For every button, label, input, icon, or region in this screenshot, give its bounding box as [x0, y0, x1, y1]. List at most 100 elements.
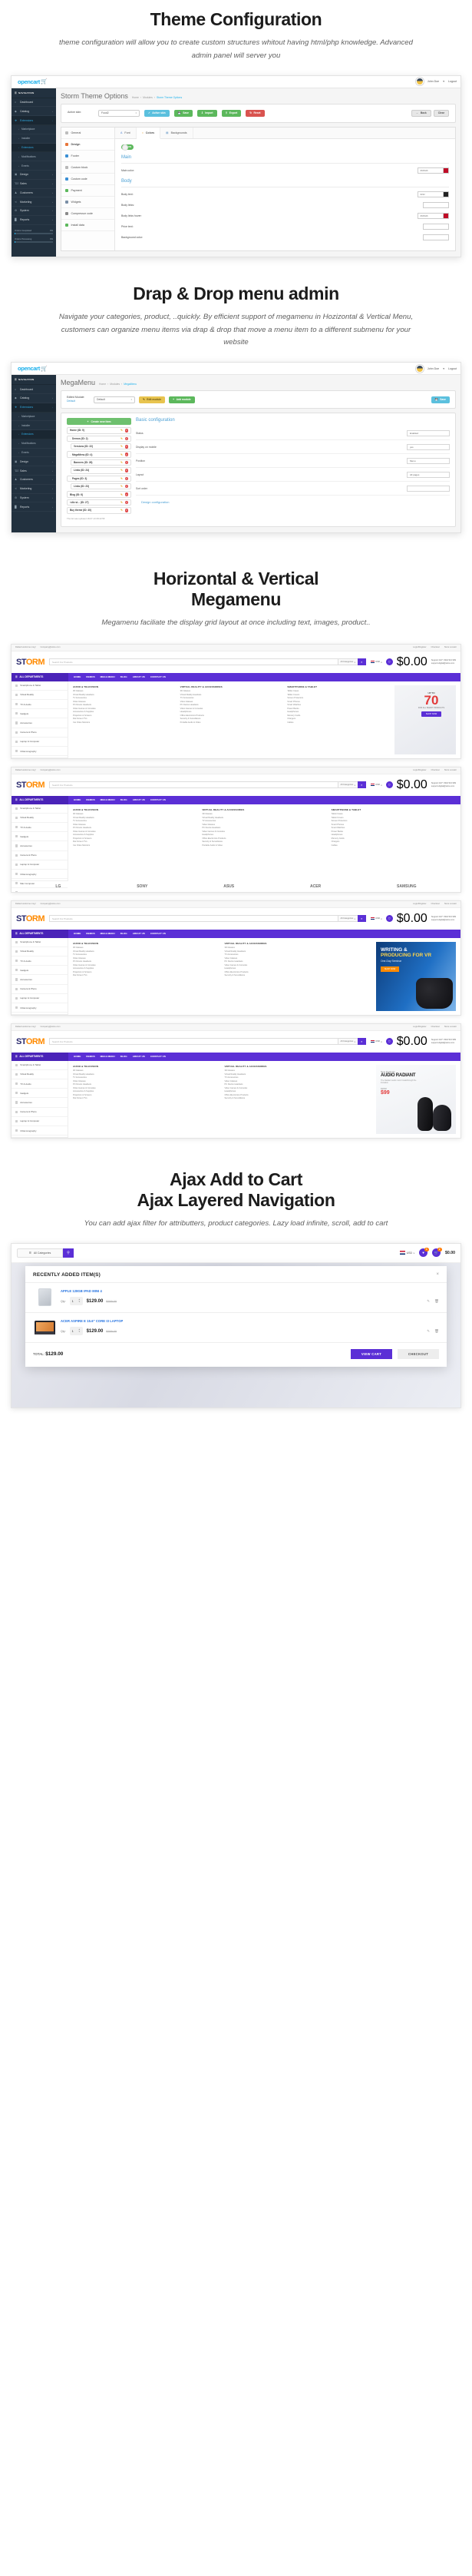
delete-icon[interactable]: × — [124, 460, 128, 465]
vertical-menu-item[interactable]: Smartphone & Tablet — [12, 1061, 68, 1070]
site-logo[interactable]: STORM — [16, 1037, 45, 1046]
sidebar-item-system[interactable]: ⚙ System › — [12, 494, 56, 503]
vertical-menu-item[interactable]: Smartphone & Tablet — [12, 804, 68, 814]
cart-icon[interactable]: ⛉ — [385, 658, 393, 666]
nav-link[interactable]: CONTACT US — [150, 675, 166, 678]
edit-icon[interactable]: ✎ — [427, 1299, 430, 1304]
stepper-down-icon[interactable]: ▼ — [78, 1301, 81, 1303]
config-field-value[interactable] — [407, 485, 450, 492]
vertical-menu-item[interactable]: Laptop & Computer — [12, 994, 68, 1003]
logout-button[interactable]: Logout — [448, 367, 457, 370]
vertical-menu-item[interactable]: TV & Audio — [12, 956, 68, 966]
all-departments-button[interactable]: ☰ ALL DEPARTMENTS — [12, 929, 68, 938]
vertical-menu-item[interactable]: TV & Audio — [12, 1079, 68, 1089]
vertical-menu-item[interactable]: Laptop & Computer — [12, 738, 68, 747]
breadcrumb-modules[interactable]: Modules — [110, 383, 120, 386]
site-logo[interactable]: STORM — [16, 781, 45, 790]
color-swatch[interactable] — [444, 212, 449, 219]
active-skin-button[interactable]: ✓ Active skin — [144, 109, 170, 117]
mega-link[interactable]: Security & Surveillance — [225, 974, 372, 978]
vertical-menu-item[interactable]: Virtual Reality — [12, 947, 68, 956]
stepper-arrows[interactable]: ▲ ▼ — [78, 1298, 81, 1303]
logout-button[interactable]: Logout — [448, 80, 457, 83]
sidebar-item-modifications[interactable]: › Modifications — [12, 439, 56, 449]
menu-item[interactable]: · MegaMenu (ID: 4) ✎ × — [67, 451, 131, 458]
module-select[interactable]: Default ↕ — [94, 396, 135, 403]
color-value-input[interactable]: #222 — [418, 191, 444, 197]
active-skin-select[interactable]: Food2 ↕ — [98, 109, 140, 117]
vertical-menu-item[interactable]: Virtual Reality — [12, 814, 68, 823]
nav-link[interactable]: ABOUT US — [133, 932, 145, 935]
vertical-menu-item[interactable]: Virtual Reality — [12, 691, 68, 700]
vertical-menu-item[interactable]: Gadgets — [12, 1089, 68, 1099]
cart-item-name[interactable]: APPLE 128GB IPAD MINI 4 — [61, 1289, 439, 1293]
search-icon[interactable]: ⌕ — [357, 781, 366, 789]
menu-item[interactable]: Blog (ID: 6) ✎ × — [67, 491, 131, 498]
search-icon[interactable]: ⌕ — [357, 658, 366, 666]
currency-select[interactable]: USD ▾ — [400, 1251, 414, 1255]
topbar-right-item[interactable]: Checkout — [431, 646, 440, 648]
vertical-menu-item[interactable]: Smartphone & Tablet — [12, 681, 68, 691]
delete-icon[interactable]: × — [124, 453, 128, 456]
nav-link[interactable]: DEMOS — [86, 932, 94, 935]
close-icon[interactable]: × — [436, 1272, 439, 1277]
theme-tab-compressor-code[interactable]: Compressor code — [61, 208, 114, 220]
search-category-select[interactable]: All Categories ▾ — [337, 781, 358, 789]
delete-icon[interactable]: × — [124, 484, 128, 489]
sidebar-item-sales[interactable]: Ὥ2 Sales › — [12, 180, 56, 189]
topbar-right-item[interactable]: Checkout — [431, 769, 440, 771]
sidebar-item-design[interactable]: ▣ Design › — [12, 457, 56, 467]
mega-link[interactable]: Cables — [287, 721, 390, 725]
search-input[interactable]: Search For Products — [49, 781, 338, 789]
sidebar-item-modifications[interactable]: › Modifications — [12, 152, 56, 162]
vertical-menu-item[interactable]: TV & Audio — [12, 700, 68, 710]
colors-enable-toggle[interactable]: ON — [121, 144, 134, 151]
delete-icon[interactable]: × — [124, 469, 128, 472]
mega-link[interactable]: Portable Audio & Video — [202, 844, 326, 848]
edit-icon[interactable]: ✎ — [120, 437, 123, 440]
menu-item[interactable]: Links (ID: 23) ✎ × — [71, 483, 131, 490]
edit-icon[interactable]: ✎ — [120, 453, 123, 456]
topbar-right-item[interactable]: Store Locator — [444, 1026, 457, 1028]
nav-link[interactable]: HOME — [74, 1055, 81, 1058]
delete-icon[interactable]: × — [124, 429, 128, 433]
stepper-arrows[interactable]: ▲ ▼ — [78, 1328, 81, 1333]
sidebar-item-extensions[interactable]: › Extensions — [12, 143, 56, 153]
vertical-menu-item[interactable]: Camera & Photo — [12, 728, 68, 738]
nav-link[interactable]: BLOG — [120, 1055, 127, 1058]
nav-link[interactable]: HOME — [74, 932, 81, 935]
vertical-menu-item[interactable]: Mp3 Player Audio — [12, 888, 68, 892]
all-departments-button[interactable]: ☰ ALL DEPARTMENTS — [12, 1052, 68, 1061]
nav-link[interactable]: ABOUT US — [133, 1055, 145, 1058]
back-button[interactable]: ← Back — [411, 109, 431, 117]
tab-backgrounds[interactable]: ▤ Backgrounds — [160, 127, 193, 138]
search-category-select[interactable]: All Categories ▾ — [337, 658, 358, 666]
edit-icon[interactable]: ✎ — [120, 477, 123, 480]
nav-link[interactable]: CONTACT US — [150, 932, 166, 935]
sidebar-item-sales[interactable]: Ὥ2 Sales › — [12, 466, 56, 476]
nav-link[interactable]: MEGA MENU — [101, 1055, 115, 1058]
shop-now-button[interactable]: SHOP NOW — [381, 966, 399, 972]
admin-user-menu[interactable]: John Doe ▾ Logout — [415, 78, 457, 86]
color-value-input[interactable] — [423, 234, 449, 240]
color-input-group[interactable]: #bf0b26 — [418, 212, 449, 219]
tab-colors[interactable]: ◑ Colors — [136, 127, 161, 139]
nav-link[interactable]: DEMOS — [86, 1055, 94, 1058]
nav-link[interactable]: HOME — [74, 798, 81, 801]
delete-icon[interactable]: × — [124, 492, 128, 496]
reset-button[interactable]: ↻ Reset — [246, 109, 265, 117]
sidebar-item-marketplace[interactable]: › Marketplace — [12, 413, 56, 422]
topbar-right-item[interactable]: Checkout — [431, 1026, 440, 1028]
color-value-input[interactable]: #bf0b26 — [418, 167, 444, 174]
checkout-button[interactable]: CHECKOUT — [398, 1348, 439, 1359]
theme-tab-payment[interactable]: Payment — [61, 185, 114, 197]
delete-icon[interactable]: × — [124, 476, 128, 481]
nav-link[interactable]: MEGA MENU — [101, 932, 115, 935]
topbar-right-item[interactable]: Login/Register — [413, 646, 426, 648]
vertical-menu-item[interactable]: Accessories — [12, 975, 68, 985]
edit-icon[interactable]: ✎ — [120, 485, 123, 488]
nav-link[interactable]: MEGA MENU — [101, 675, 115, 678]
delete-icon[interactable]: 🗑 — [434, 1329, 439, 1334]
edit-icon[interactable]: ✎ — [120, 445, 123, 448]
topbar-right-item[interactable]: Checkout — [431, 903, 440, 905]
